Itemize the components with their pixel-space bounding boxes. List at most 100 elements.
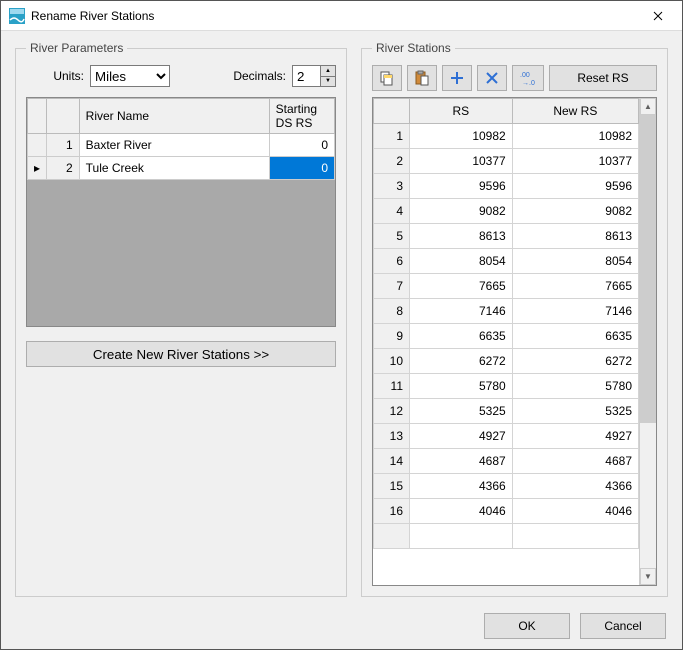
units-select[interactable]: Miles [90, 65, 170, 87]
rs-toolbar: .00→.0 Reset RS [372, 65, 657, 91]
river-name-cell[interactable]: Tule Creek [79, 157, 269, 180]
paste-button[interactable] [407, 65, 437, 91]
copy-icon [379, 70, 395, 86]
titlebar: Rename River Stations [1, 1, 682, 31]
new-rs-cell[interactable]: 10377 [512, 149, 638, 174]
new-rs-cell[interactable]: 4927 [512, 424, 638, 449]
new-rs-cell[interactable]: 6272 [512, 349, 638, 374]
rs-cell[interactable]: 7665 [410, 274, 513, 299]
rs-rownum: 10 [374, 349, 410, 374]
delete-icon [486, 72, 498, 84]
decimals-spinner[interactable]: ▲ ▼ [292, 65, 336, 87]
row-indicator: ▸ [28, 157, 47, 180]
rs-rownum: 6 [374, 249, 410, 274]
scroll-track[interactable] [640, 115, 656, 568]
rs-rownum: 1 [374, 124, 410, 149]
river-parameters-group: River Parameters Units: Miles Decimals: … [15, 41, 347, 597]
rs-cell[interactable]: 4687 [410, 449, 513, 474]
new-rs-cell[interactable]: 7665 [512, 274, 638, 299]
row-number: 1 [47, 134, 80, 157]
app-icon [9, 8, 25, 24]
copy-button[interactable] [372, 65, 402, 91]
new-rs-cell[interactable]: 10982 [512, 124, 638, 149]
rivers-grid[interactable]: River Name Starting DS RS 1Baxter River0… [26, 97, 336, 327]
decimals-icon: .00→.0 [519, 70, 537, 86]
units-label: Units: [26, 69, 84, 83]
svg-text:→.0: →.0 [522, 80, 535, 86]
rs-rownum-empty [374, 524, 410, 549]
vertical-scrollbar[interactable]: ▲ ▼ [639, 98, 656, 585]
col-starting-ds[interactable]: Starting DS RS [269, 99, 334, 134]
rs-cell[interactable]: 10982 [410, 124, 513, 149]
rs-cell[interactable]: 6635 [410, 324, 513, 349]
rs-cell[interactable]: 9596 [410, 174, 513, 199]
new-rs-cell[interactable]: 6635 [512, 324, 638, 349]
rs-cell[interactable]: 4366 [410, 474, 513, 499]
col-river-name[interactable]: River Name [79, 99, 269, 134]
decimals-button[interactable]: .00→.0 [512, 65, 544, 91]
new-rs-cell[interactable]: 7146 [512, 299, 638, 324]
new-rs-cell[interactable]: 5780 [512, 374, 638, 399]
river-name-cell[interactable]: Baxter River [79, 134, 269, 157]
row-number: 2 [47, 157, 80, 180]
dialog-body: River Parameters Units: Miles Decimals: … [1, 31, 682, 603]
rs-rownum: 9 [374, 324, 410, 349]
rs-cell[interactable]: 8054 [410, 249, 513, 274]
params-row: Units: Miles Decimals: ▲ ▼ [26, 65, 336, 87]
spinner-down-icon[interactable]: ▼ [321, 77, 335, 87]
rs-rownum: 4 [374, 199, 410, 224]
new-rs-cell[interactable]: 4366 [512, 474, 638, 499]
reset-rs-button[interactable]: Reset RS [549, 65, 657, 91]
rs-cell[interactable]: 6272 [410, 349, 513, 374]
spinner-buttons[interactable]: ▲ ▼ [320, 65, 336, 87]
starting-ds-cell[interactable]: 0 [269, 134, 334, 157]
spinner-up-icon[interactable]: ▲ [321, 66, 335, 77]
dialog-window: Rename River Stations River Parameters U… [0, 0, 683, 650]
rs-rownum: 16 [374, 499, 410, 524]
rs-cell[interactable]: 5780 [410, 374, 513, 399]
rs-cell[interactable]: 7146 [410, 299, 513, 324]
new-rs-cell[interactable]: 5325 [512, 399, 638, 424]
close-icon [653, 11, 663, 21]
scroll-up-icon[interactable]: ▲ [640, 98, 656, 115]
rs-rownum-head [374, 99, 410, 124]
new-rs-cell[interactable]: 9596 [512, 174, 638, 199]
rs-rownum: 3 [374, 174, 410, 199]
river-stations-group: River Stations .00→.0 Reset RS [361, 41, 668, 597]
new-rs-cell[interactable]: 4046 [512, 499, 638, 524]
rs-grid[interactable]: RS New RS 110982109822103771037739596959… [372, 97, 657, 586]
delete-button[interactable] [477, 65, 507, 91]
scroll-down-icon[interactable]: ▼ [640, 568, 656, 585]
rs-cell[interactable]: 5325 [410, 399, 513, 424]
plus-icon [450, 71, 464, 85]
river-stations-legend: River Stations [372, 41, 455, 55]
rs-rownum: 11 [374, 374, 410, 399]
starting-ds-cell[interactable]: 0 [269, 157, 334, 180]
rs-cell[interactable]: 4927 [410, 424, 513, 449]
row-indicator [28, 134, 47, 157]
ok-button[interactable]: OK [484, 613, 570, 639]
rs-cell[interactable]: 8613 [410, 224, 513, 249]
window-title: Rename River Stations [31, 9, 636, 23]
rs-cell[interactable]: 10377 [410, 149, 513, 174]
close-button[interactable] [636, 2, 680, 30]
new-rs-cell[interactable]: 8613 [512, 224, 638, 249]
col-new-rs[interactable]: New RS [512, 99, 638, 124]
add-button[interactable] [442, 65, 472, 91]
rs-cell[interactable]: 9082 [410, 199, 513, 224]
rs-rownum: 13 [374, 424, 410, 449]
rs-rownum: 5 [374, 224, 410, 249]
col-rs[interactable]: RS [410, 99, 513, 124]
new-rs-cell[interactable]: 8054 [512, 249, 638, 274]
cancel-button[interactable]: Cancel [580, 613, 666, 639]
grid-corner [28, 99, 47, 134]
rs-rownum: 15 [374, 474, 410, 499]
rs-cell[interactable]: 4046 [410, 499, 513, 524]
decimals-label: Decimals: [176, 69, 286, 83]
decimals-input[interactable] [292, 65, 320, 87]
create-new-rs-button[interactable]: Create New River Stations >> [26, 341, 336, 367]
new-rs-cell[interactable]: 9082 [512, 199, 638, 224]
rs-rownum: 8 [374, 299, 410, 324]
scroll-thumb[interactable] [640, 115, 656, 423]
new-rs-cell[interactable]: 4687 [512, 449, 638, 474]
